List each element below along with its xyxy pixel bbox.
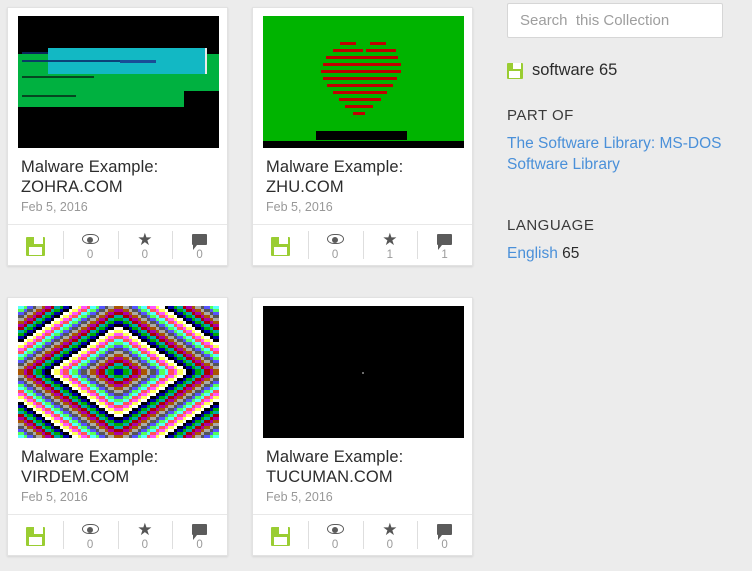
result-stats: 0 ★ 0 0: [8, 514, 227, 555]
views-stat: 0: [62, 225, 118, 265]
views-count: 0: [86, 249, 94, 261]
facet-link-software-library[interactable]: Software Library: [507, 154, 724, 175]
favorites-count: 0: [141, 249, 149, 261]
floppy-disk-icon: [25, 526, 45, 546]
result-card[interactable]: Malware Example: VIRDEM.COM Feb 5, 2016 …: [7, 297, 228, 556]
favorites-count: 0: [141, 539, 149, 551]
comment-icon: [192, 520, 208, 540]
media-type-row[interactable]: software 65: [507, 61, 724, 80]
eye-icon: [326, 230, 344, 248]
facet-link-text: English: [507, 245, 558, 262]
eye-icon: [81, 230, 99, 248]
comments-stat: 1: [417, 225, 472, 265]
result-thumbnail[interactable]: [263, 306, 464, 438]
result-date: Feb 5, 2016: [21, 490, 88, 504]
views-stat: 0: [307, 225, 363, 265]
result-card[interactable]: Malware Example: ZOHRA.COM Feb 5, 2016 0…: [7, 7, 228, 266]
result-date: Feb 5, 2016: [266, 490, 333, 504]
comments-stat: 0: [172, 225, 227, 265]
thumbnail-image-tucuman: [263, 306, 464, 438]
views-stat: 0: [307, 515, 363, 555]
result-card[interactable]: Malware Example: TUCUMAN.COM Feb 5, 2016…: [252, 297, 473, 556]
favorites-stat: ★ 0: [362, 515, 418, 555]
result-title[interactable]: Malware Example: ZHU.COM: [266, 157, 460, 197]
result-date: Feb 5, 2016: [21, 200, 88, 214]
comment-icon: [192, 230, 208, 250]
comments-stat: 0: [172, 515, 227, 555]
media-type-label: software 65: [532, 61, 618, 79]
comments-count: 0: [196, 249, 203, 261]
collection-browse-page: Malware Example: ZOHRA.COM Feb 5, 2016 0…: [0, 0, 752, 571]
views-count: 0: [331, 539, 339, 551]
result-date: Feb 5, 2016: [266, 200, 333, 214]
floppy-disk-icon: [25, 236, 45, 256]
favorites-stat: ★ 0: [117, 225, 173, 265]
result-title[interactable]: Malware Example: ZOHRA.COM: [21, 157, 215, 197]
result-stats: 0 ★ 1 1: [253, 224, 472, 265]
result-title[interactable]: Malware Example: VIRDEM.COM: [21, 447, 215, 487]
facet-language: LANGUAGE English 65: [507, 217, 724, 264]
star-icon: ★: [382, 519, 398, 539]
facet-link-english[interactable]: English 65: [507, 243, 724, 264]
facet-part-of: PART OF The Software Library: MS-DOS Sof…: [507, 107, 724, 175]
collection-stat[interactable]: [253, 515, 308, 555]
collection-stat[interactable]: [8, 515, 63, 555]
favorites-stat: ★ 0: [117, 515, 173, 555]
eye-icon: [81, 520, 99, 538]
result-stats: 0 ★ 0 0: [8, 224, 227, 265]
comments-count: 1: [441, 249, 448, 261]
facet-link-ms-dos[interactable]: The Software Library: MS-DOS: [507, 133, 724, 154]
favorites-stat: ★ 1: [362, 225, 418, 265]
facet-heading: LANGUAGE: [507, 217, 595, 234]
star-icon: ★: [137, 229, 153, 249]
thumbnail-image-zhu: [263, 16, 464, 148]
views-stat: 0: [62, 515, 118, 555]
result-stats: 0 ★ 0 0: [253, 514, 472, 555]
result-thumbnail[interactable]: [18, 16, 219, 148]
result-title[interactable]: Malware Example: TUCUMAN.COM: [266, 447, 460, 487]
result-card[interactable]: Malware Example: ZHU.COM Feb 5, 2016 0 ★…: [252, 7, 473, 266]
favorites-count: 0: [386, 539, 394, 551]
facet-heading: PART OF: [507, 107, 574, 124]
comments-count: 0: [441, 539, 448, 551]
views-count: 0: [331, 249, 339, 261]
collection-stat[interactable]: [8, 225, 63, 265]
result-thumbnail[interactable]: [18, 306, 219, 438]
floppy-disk-icon: [270, 526, 290, 546]
facets-sidebar: software 65 PART OF The Software Library…: [495, 0, 752, 571]
search-input[interactable]: [507, 3, 723, 38]
views-count: 0: [86, 539, 94, 551]
favorites-count: 1: [386, 249, 394, 261]
floppy-disk-icon: [270, 236, 290, 256]
comments-count: 0: [196, 539, 203, 551]
thumbnail-image-virdem: [18, 306, 219, 438]
result-thumbnail[interactable]: [263, 16, 464, 148]
facet-link-count: 65: [557, 245, 580, 262]
floppy-disk-icon: [507, 62, 523, 79]
thumbnail-image-zohra: [18, 16, 219, 148]
search-results-grid: Malware Example: ZOHRA.COM Feb 5, 2016 0…: [0, 0, 495, 571]
star-icon: ★: [382, 229, 398, 249]
star-icon: ★: [137, 519, 153, 539]
comments-stat: 0: [417, 515, 472, 555]
eye-icon: [326, 520, 344, 538]
comment-icon: [437, 230, 453, 250]
comment-icon: [437, 520, 453, 540]
collection-stat[interactable]: [253, 225, 308, 265]
